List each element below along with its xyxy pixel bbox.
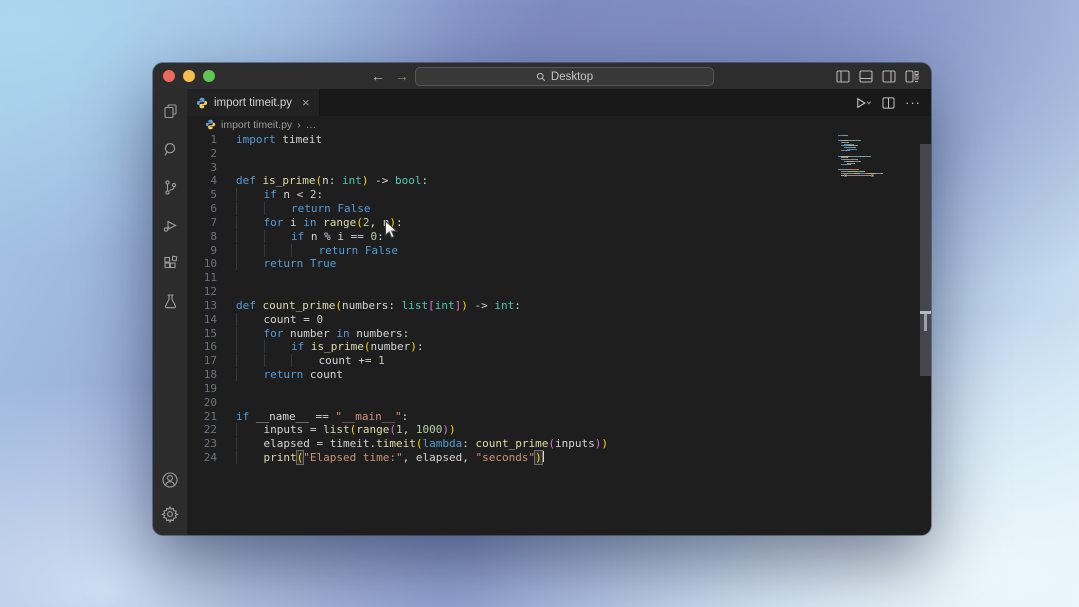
window-titlebar[interactable]: ← → Desktop: [153, 63, 931, 89]
code-line[interactable]: 24 print("Elapsed time:", elapsed, "seco…: [187, 451, 931, 465]
toggle-panel-icon[interactable]: [859, 70, 873, 83]
line-number: 13: [187, 299, 217, 313]
code-line[interactable]: 4def is_prime(n: int) -> bool:: [187, 174, 931, 188]
code-line[interactable]: 21if __name__ == "__main__":: [187, 410, 931, 424]
code-line[interactable]: 11: [187, 271, 931, 285]
line-number: 14: [187, 313, 217, 327]
line-number: 12: [187, 285, 217, 299]
code-line[interactable]: 19: [187, 382, 931, 396]
search-label: Desktop: [551, 71, 593, 83]
code-line[interactable]: 22 inputs = list(range(1, 1000)): [187, 423, 931, 437]
accounts-icon[interactable]: [161, 471, 179, 489]
line-number: 16: [187, 340, 217, 354]
command-center-search[interactable]: Desktop: [415, 67, 714, 86]
code-line[interactable]: 14 count = 0: [187, 313, 931, 327]
split-editor-icon[interactable]: [882, 97, 895, 109]
code-line[interactable]: 15 for number in numbers:: [187, 327, 931, 341]
line-number: 11: [187, 271, 217, 285]
source-control-icon[interactable]: [161, 178, 179, 196]
minimize-window-button[interactable]: [183, 70, 195, 82]
line-number: 17: [187, 354, 217, 368]
more-actions-icon[interactable]: ···: [905, 95, 921, 110]
code-line[interactable]: 9 return False: [187, 244, 931, 258]
code-line[interactable]: 5 if n < 2:: [187, 188, 931, 202]
traffic-lights: [163, 63, 215, 89]
code-line[interactable]: 8 if n % i == 0:: [187, 230, 931, 244]
line-number: 7: [187, 216, 217, 230]
run-and-debug-icon[interactable]: [161, 216, 179, 234]
close-window-button[interactable]: [163, 70, 175, 82]
line-number: 19: [187, 382, 217, 396]
search-sidebar-icon[interactable]: [161, 140, 179, 158]
line-number: 18: [187, 368, 217, 382]
extensions-icon[interactable]: [161, 254, 179, 272]
code-line[interactable]: 2: [187, 147, 931, 161]
breadcrumb-file[interactable]: import timeit.py: [221, 119, 292, 131]
python-file-icon: [196, 97, 208, 109]
editor-scrollbar[interactable]: [920, 144, 931, 376]
line-number: 15: [187, 327, 217, 341]
line-number: 9: [187, 244, 217, 258]
line-number: 4: [187, 174, 217, 188]
customize-layout-icon[interactable]: [905, 70, 919, 83]
line-number: 10: [187, 257, 217, 271]
line-number: 5: [187, 188, 217, 202]
code-line[interactable]: 6 return False: [187, 202, 931, 216]
code-line[interactable]: 16 if is_prime(number):: [187, 340, 931, 354]
line-number: 24: [187, 451, 217, 465]
line-number: 8: [187, 230, 217, 244]
line-number: 3: [187, 161, 217, 175]
line-number: 20: [187, 396, 217, 410]
zoom-window-button[interactable]: [203, 70, 215, 82]
breadcrumb-more[interactable]: …: [306, 119, 317, 131]
run-python-file-button[interactable]: [856, 97, 872, 109]
testing-icon[interactable]: [161, 292, 179, 310]
tab-close-icon[interactable]: ×: [302, 95, 310, 110]
explorer-icon[interactable]: [161, 102, 179, 120]
code-lines[interactable]: 1import timeit234def is_prime(n: int) ->…: [187, 133, 931, 465]
back-arrow-icon[interactable]: ←: [371, 68, 385, 84]
line-number: 23: [187, 437, 217, 451]
code-line[interactable]: 7 for i in range(2, n):: [187, 216, 931, 230]
code-line[interactable]: 1import timeit: [187, 133, 931, 147]
mouse-cursor: [384, 220, 398, 240]
code-line[interactable]: 13def count_prime(numbers: list[int]) ->…: [187, 299, 931, 313]
code-line[interactable]: 20: [187, 396, 931, 410]
tab-import-timeit[interactable]: import timeit.py ×: [187, 89, 320, 116]
activity-bar: [153, 89, 187, 535]
breadcrumb-separator: ›: [297, 119, 301, 131]
code-line[interactable]: 18 return count: [187, 368, 931, 382]
history-nav: ← →: [371, 63, 409, 89]
code-line[interactable]: 3: [187, 161, 931, 175]
line-number: 6: [187, 202, 217, 216]
code-line[interactable]: 12: [187, 285, 931, 299]
tab-label: import timeit.py: [214, 97, 292, 109]
code-line[interactable]: 10 return True: [187, 257, 931, 271]
breadcrumb[interactable]: import timeit.py › …: [187, 116, 931, 133]
line-number: 21: [187, 410, 217, 424]
settings-gear-icon[interactable]: [161, 505, 179, 523]
forward-arrow-icon[interactable]: →: [395, 68, 409, 84]
toggle-primary-sidebar-icon[interactable]: [836, 70, 850, 83]
line-number: 1: [187, 133, 217, 147]
line-number: 22: [187, 423, 217, 437]
python-file-icon: [205, 119, 216, 130]
search-icon: [536, 72, 546, 82]
text-caret: [543, 451, 545, 462]
toggle-secondary-sidebar-icon[interactable]: [882, 70, 896, 83]
line-number: 2: [187, 147, 217, 161]
vscode-window: ← → Desktop: [153, 63, 931, 535]
scrollbar-handle-stem[interactable]: [924, 314, 927, 331]
code-line[interactable]: 23 elapsed = timeit.timeit(lambda: count…: [187, 437, 931, 451]
minimap[interactable]: [838, 135, 878, 176]
editor-tab-bar: import timeit.py × ···: [187, 89, 931, 116]
code-editor[interactable]: 1import timeit234def is_prime(n: int) ->…: [187, 133, 931, 535]
code-line[interactable]: 17 count += 1: [187, 354, 931, 368]
